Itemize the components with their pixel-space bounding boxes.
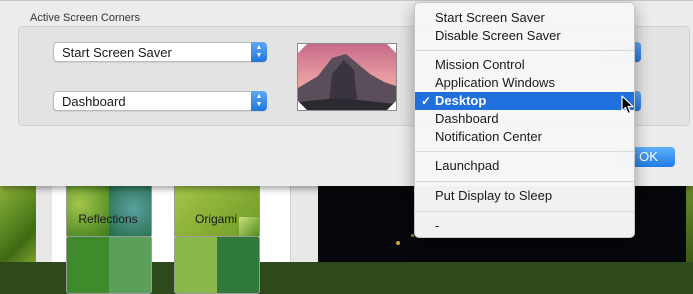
menu-item-label: Mission Control <box>435 57 525 72</box>
menu-item-dashboard[interactable]: Dashboard <box>415 110 634 128</box>
menu-item-desktop[interactable]: ✓ Desktop <box>415 92 634 110</box>
corner-preview-image <box>297 43 397 111</box>
menu-item-mission-control[interactable]: Mission Control <box>415 56 634 74</box>
ok-button-label: OK <box>639 149 658 164</box>
top-left-corner-popup[interactable]: Start Screen Saver ▲ ▼ <box>53 42 267 62</box>
desktop-wallpaper-strip <box>0 186 36 262</box>
menu-item-label: Start Screen Saver <box>435 10 545 25</box>
mouse-pointer-icon <box>621 95 634 115</box>
menu-item-notification-center[interactable]: Notification Center <box>415 128 634 146</box>
reflections-label: Reflections <box>78 212 138 226</box>
top-left-corner-value: Start Screen Saver <box>62 45 172 60</box>
menu-item-label: Put Display to Sleep <box>435 188 553 203</box>
group-title: Active Screen Corners <box>30 12 141 24</box>
sheet-divider <box>0 0 693 1</box>
menu-item-label: - <box>435 218 440 233</box>
bottom-left-corner-value: Dashboard <box>62 94 126 109</box>
menu-separator <box>415 181 634 182</box>
origami-thumbnail[interactable] <box>174 180 260 238</box>
menu-item-disable-screen-saver[interactable]: Disable Screen Saver <box>415 27 634 45</box>
popup-arrows-icon: ▲▼ <box>251 91 267 111</box>
menu-item-start-screen-saver[interactable]: Start Screen Saver <box>415 9 634 27</box>
desktop-wallpaper-strip <box>686 186 693 262</box>
menu-item-application-windows[interactable]: Application Windows <box>415 74 634 92</box>
saver-thumbnail[interactable] <box>174 236 260 294</box>
reflections-thumbnail[interactable] <box>66 180 152 238</box>
menu-item-label: Application Windows <box>435 75 555 90</box>
checkmark-icon: ✓ <box>421 94 432 108</box>
corner-action-menu: Start Screen Saver Disable Screen Saver … <box>414 2 635 238</box>
bottom-left-corner-popup[interactable]: Dashboard ▲ ▼ <box>53 91 267 111</box>
origami-label: Origami <box>194 212 237 226</box>
screen-saver-list: Reflections Origami <box>52 180 291 294</box>
menu-separator <box>415 50 634 51</box>
menu-item-label: Launchpad <box>435 158 500 173</box>
menu-item-label: Notification Center <box>435 129 542 144</box>
menu-item-none[interactable]: - <box>415 217 634 235</box>
menu-item-put-display-to-sleep[interactable]: Put Display to Sleep <box>415 187 634 205</box>
menu-item-launchpad[interactable]: Launchpad <box>415 157 634 175</box>
menu-separator <box>415 151 634 152</box>
popup-arrows-icon: ▲▼ <box>251 42 267 62</box>
menu-item-label: Dashboard <box>435 111 499 126</box>
saver-thumbnail[interactable] <box>66 236 152 294</box>
yosemite-wallpaper-icon <box>298 44 396 110</box>
menu-item-label: Desktop <box>435 93 487 108</box>
menu-separator <box>415 211 634 212</box>
menu-item-label: Disable Screen Saver <box>435 28 561 43</box>
